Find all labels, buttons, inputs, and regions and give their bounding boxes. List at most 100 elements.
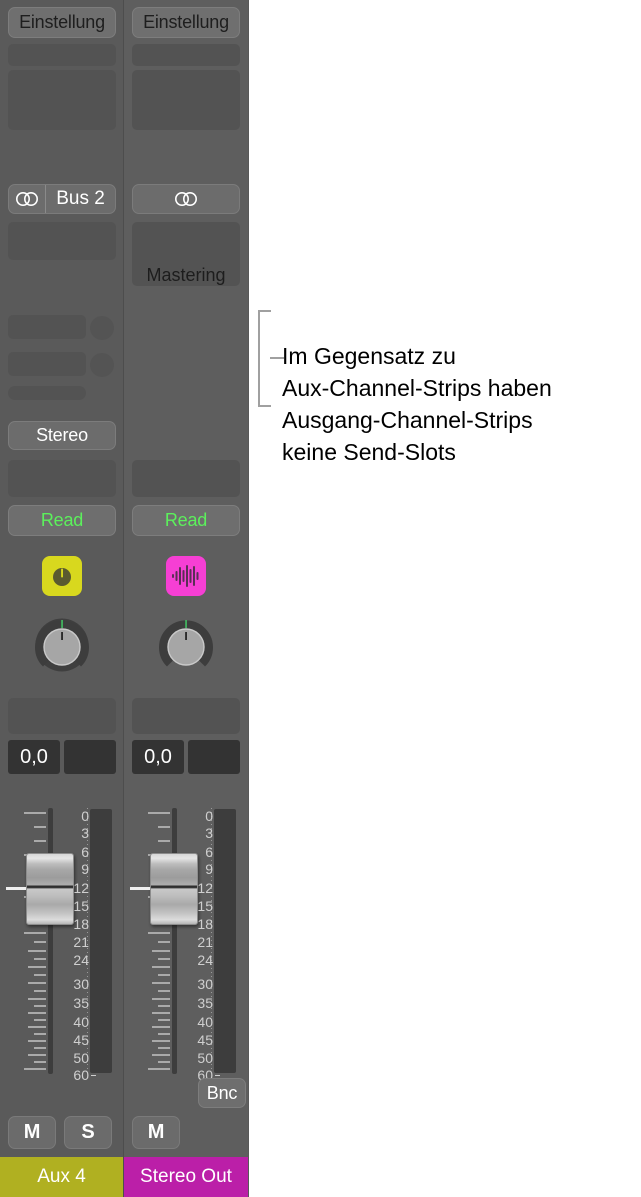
fader-tick bbox=[34, 1047, 46, 1049]
peak-value-field[interactable] bbox=[188, 740, 240, 774]
db-scale-label: 15 bbox=[197, 897, 213, 914]
group-assign-slot[interactable] bbox=[132, 460, 240, 497]
gain-value-field[interactable]: 0,0 bbox=[8, 740, 60, 774]
settings-button[interactable]: Einstellung bbox=[132, 7, 240, 38]
waveform-plugin-icon[interactable] bbox=[166, 556, 206, 596]
eq-slot[interactable] bbox=[132, 44, 240, 66]
mute-button[interactable]: M bbox=[132, 1116, 180, 1149]
db-scale-label: 12 bbox=[197, 879, 213, 896]
pan-display-slot[interactable] bbox=[132, 698, 240, 734]
fader-tick bbox=[24, 812, 46, 814]
fader-tick bbox=[152, 966, 170, 968]
fader-position-mark bbox=[6, 887, 26, 890]
gain-value-field[interactable]: 0,0 bbox=[132, 740, 184, 774]
db-scale-label: 40 bbox=[197, 1013, 213, 1030]
db-scale-label: 6 bbox=[81, 843, 89, 860]
db-scale-label: 30 bbox=[197, 975, 213, 992]
level-meter bbox=[90, 809, 112, 1073]
stereo-circles-icon bbox=[9, 185, 46, 213]
level-value-row[interactable]: 0,0 bbox=[132, 740, 240, 774]
fader-tick-marks bbox=[128, 808, 170, 1074]
fader-tick bbox=[148, 812, 170, 814]
annotation-callout: Im Gegensatz zu Aux-Channel-Strips haben… bbox=[249, 0, 641, 1197]
fader-tick bbox=[34, 958, 46, 960]
output-routing-button[interactable] bbox=[132, 184, 240, 214]
db-scale-label: 3 bbox=[205, 825, 213, 842]
pan-display-slot[interactable] bbox=[8, 698, 116, 734]
solo-button[interactable]: S bbox=[64, 1116, 112, 1149]
fader-tick bbox=[158, 990, 170, 992]
automation-mode-button[interactable]: Read bbox=[8, 505, 116, 536]
fader-track[interactable] bbox=[172, 808, 177, 1074]
level-value-row[interactable]: 0,0 bbox=[8, 740, 116, 774]
settings-button[interactable]: Einstellung bbox=[8, 7, 116, 38]
fader-tick bbox=[28, 1040, 46, 1042]
fader-tick bbox=[148, 932, 170, 934]
callout-line-4: keine Send-Slots bbox=[282, 439, 456, 465]
pan-knob[interactable] bbox=[156, 615, 216, 677]
fader-tick bbox=[34, 974, 46, 976]
fader-tick bbox=[24, 1068, 46, 1070]
channel-strip-stereo-out[interactable]: Einstellung Mastering Read 0,0 0 3 6 9 1… bbox=[124, 0, 248, 1197]
fader-tick bbox=[34, 990, 46, 992]
fader-tick bbox=[158, 840, 170, 842]
callout-line-3: Ausgang-Channel-Strips bbox=[282, 407, 533, 433]
db-scale-label: 24 bbox=[73, 952, 89, 969]
db-scale-label: 50 bbox=[73, 1049, 89, 1066]
mixer-panel: Einstellung Bus 2 Stereo Read 0,0 0 3 6 … bbox=[0, 0, 249, 1197]
db-scale-label: 18 bbox=[73, 916, 89, 932]
knob-plugin-icon[interactable] bbox=[42, 556, 82, 596]
fader-tick bbox=[28, 982, 46, 984]
level-meter bbox=[214, 809, 236, 1073]
mute-button[interactable]: M bbox=[8, 1116, 56, 1149]
bounce-button[interactable]: Bnc bbox=[198, 1078, 246, 1108]
eq-slot[interactable] bbox=[8, 44, 116, 66]
db-scale-label: 18 bbox=[197, 916, 213, 932]
send-knob-2[interactable] bbox=[90, 353, 114, 377]
peak-value-field[interactable] bbox=[64, 740, 116, 774]
fader-tick bbox=[34, 1019, 46, 1021]
fader-tick bbox=[28, 998, 46, 1000]
callout-line-2: Aux-Channel-Strips haben bbox=[282, 375, 552, 401]
insert-slots[interactable] bbox=[132, 70, 240, 130]
db-scale-dash bbox=[215, 1074, 220, 1076]
send-slot-1[interactable] bbox=[8, 315, 86, 339]
fader-tick-marks bbox=[4, 808, 46, 1074]
pan-knob[interactable] bbox=[32, 615, 92, 677]
fader-tick bbox=[152, 1054, 170, 1056]
group-assign-slot[interactable] bbox=[8, 460, 116, 497]
insert-slots[interactable] bbox=[8, 70, 116, 130]
send-slot-2[interactable] bbox=[8, 352, 86, 376]
db-scale-label: 50 bbox=[197, 1049, 213, 1066]
output-routing-button[interactable]: Bus 2 bbox=[8, 184, 116, 214]
fader-track[interactable] bbox=[48, 808, 53, 1074]
channel-name-field[interactable]: Aux 4 bbox=[0, 1157, 123, 1197]
fader-tick bbox=[28, 1026, 46, 1028]
fader-tick bbox=[34, 1061, 46, 1063]
db-scale-label: 0 bbox=[81, 807, 89, 824]
channel-strip-aux-4[interactable]: Einstellung Bus 2 Stereo Read 0,0 0 3 6 … bbox=[0, 0, 124, 1197]
db-scale-label: 60 bbox=[73, 1067, 89, 1084]
send-slot-3[interactable] bbox=[8, 386, 86, 400]
db-scale-label: 45 bbox=[197, 1032, 213, 1049]
fader-tick bbox=[148, 1068, 170, 1070]
fader-tick bbox=[158, 974, 170, 976]
channel-name-field[interactable]: Stereo Out bbox=[124, 1157, 248, 1197]
db-scale-label: 9 bbox=[81, 861, 89, 878]
fader-tick bbox=[158, 941, 170, 943]
fader-tick bbox=[152, 1026, 170, 1028]
db-scale-label: 3 bbox=[81, 825, 89, 842]
automation-mode-button[interactable]: Read bbox=[132, 505, 240, 536]
fader-tick bbox=[28, 966, 46, 968]
fader-tick bbox=[152, 1040, 170, 1042]
send-knob-1[interactable] bbox=[90, 316, 114, 340]
channel-format-button[interactable]: Stereo bbox=[8, 421, 116, 450]
db-scale-label: 9 bbox=[205, 861, 213, 878]
fader-tick bbox=[158, 1047, 170, 1049]
fader-tick bbox=[34, 1005, 46, 1007]
callout-line-1: Im Gegensatz zu bbox=[282, 343, 456, 369]
group-slot[interactable] bbox=[8, 222, 116, 260]
fader-and-meter[interactable]: 0 3 6 9 12 15 18 21 24 30 35 40 45 50 60 bbox=[128, 808, 244, 1082]
db-scale-label: 21 bbox=[197, 933, 213, 950]
fader-and-meter[interactable]: 0 3 6 9 12 15 18 21 24 30 35 40 45 50 60 bbox=[4, 807, 120, 1082]
